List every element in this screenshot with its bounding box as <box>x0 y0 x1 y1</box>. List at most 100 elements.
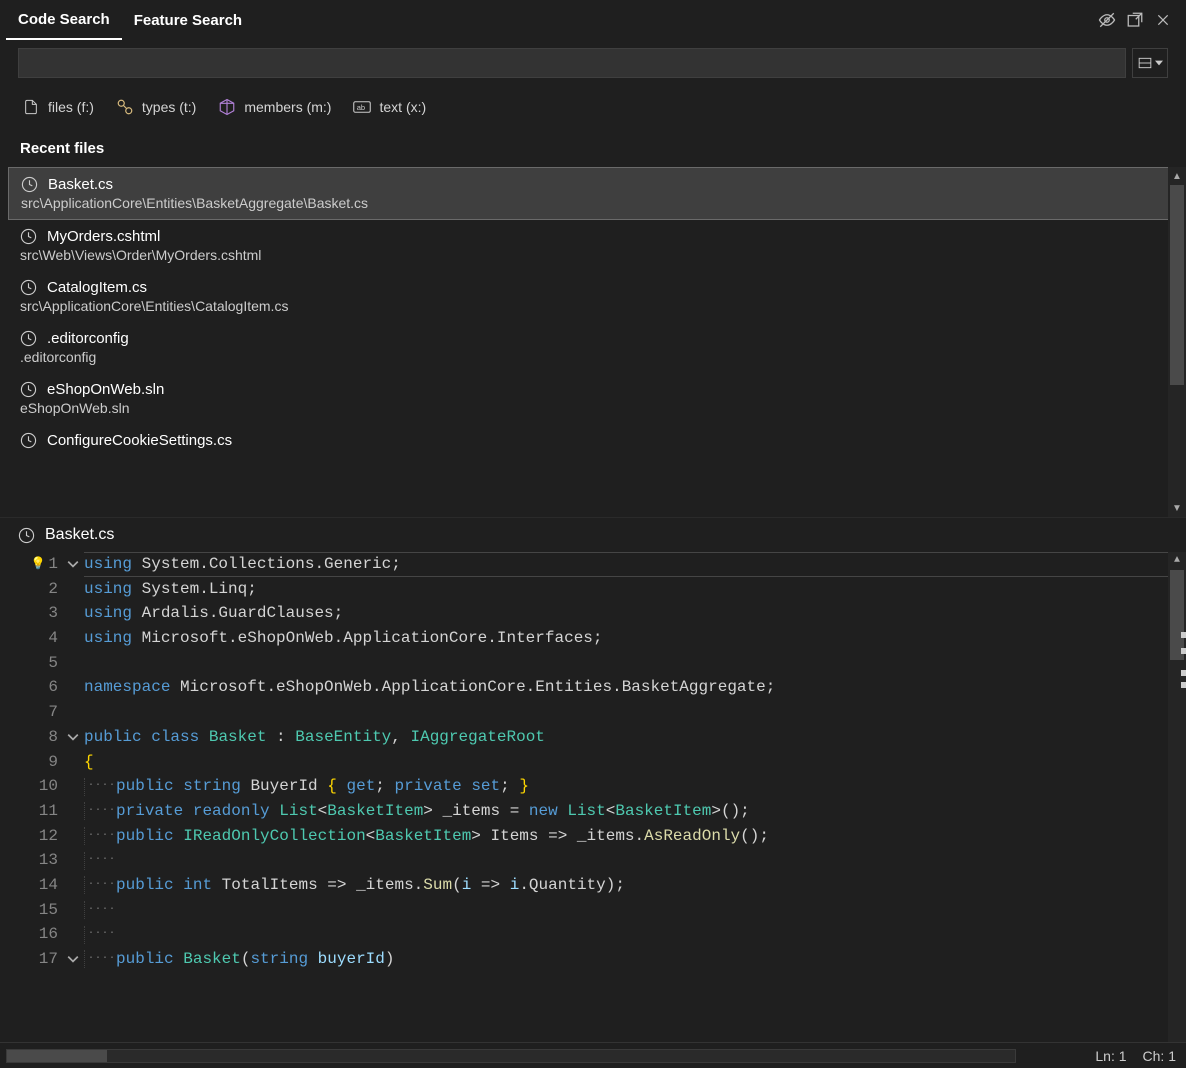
scroll-down-icon[interactable]: ▼ <box>1168 499 1186 517</box>
popout-icon[interactable] <box>1126 11 1144 29</box>
clock-icon <box>20 381 37 398</box>
code-line[interactable] <box>84 651 1186 676</box>
horizontal-scrollbar[interactable] <box>6 1049 1016 1063</box>
preview-header: Basket.cs <box>0 517 1186 552</box>
fold-toggle <box>62 873 84 898</box>
fold-toggle <box>62 601 84 626</box>
code-content[interactable]: using System.Collections.Generic;using S… <box>84 552 1186 1042</box>
code-line[interactable]: { <box>84 750 1186 775</box>
list-scrollbar[interactable]: ▲ ▼ <box>1168 167 1186 517</box>
fold-toggle <box>62 922 84 947</box>
fold-toggle[interactable] <box>62 552 84 577</box>
line-number-gutter: 💡1234567891011121314151617 <box>0 552 62 1042</box>
fold-toggle <box>62 848 84 873</box>
filter-text[interactable]: ab text (x:) <box>353 98 426 116</box>
scroll-up-icon[interactable]: ▲ <box>1168 167 1186 185</box>
recent-item-path: src\Web\Views\Order\MyOrders.cshtml <box>20 247 1166 263</box>
status-char: Ch: 1 <box>1143 1048 1176 1064</box>
code-line[interactable]: ···· <box>84 898 1186 923</box>
code-line[interactable]: ····private readonly List<BasketItem> _i… <box>84 799 1186 824</box>
filter-types[interactable]: types (t:) <box>116 98 196 116</box>
code-line[interactable]: using System.Linq; <box>84 577 1186 602</box>
tab-bar: Code Search Feature Search <box>0 0 1186 40</box>
filter-files-label: files (f:) <box>48 99 94 115</box>
fold-toggle <box>62 700 84 725</box>
line-number: 17 <box>0 947 58 972</box>
fold-toggle <box>62 750 84 775</box>
close-icon[interactable] <box>1154 11 1172 29</box>
recent-files-heading: Recent files <box>0 128 1186 167</box>
line-number: 12 <box>0 824 58 849</box>
chevron-down-icon <box>67 558 79 570</box>
line-number: 💡1 <box>0 552 58 577</box>
search-row <box>0 40 1186 86</box>
fold-toggle <box>62 675 84 700</box>
code-line[interactable]: ····public string BuyerId { get; private… <box>84 774 1186 799</box>
recent-item-path: eShopOnWeb.sln <box>20 400 1166 416</box>
fold-toggle <box>62 651 84 676</box>
tab-feature-search[interactable]: Feature Search <box>122 2 254 39</box>
code-line[interactable]: ····public int TotalItems => _items.Sum(… <box>84 873 1186 898</box>
recent-item-path: src\ApplicationCore\Entities\CatalogItem… <box>20 298 1166 314</box>
recent-item[interactable]: Basket.cssrc\ApplicationCore\Entities\Ba… <box>8 167 1178 220</box>
recent-item-name: MyOrders.cshtml <box>47 228 160 245</box>
chevron-down-icon <box>1155 59 1163 67</box>
fold-toggle[interactable] <box>62 947 84 972</box>
lightbulb-icon[interactable]: 💡 <box>30 552 45 577</box>
clock-icon <box>20 279 37 296</box>
chevron-down-icon <box>67 731 79 743</box>
editor-scrollbar[interactable]: ▲ <box>1168 552 1186 1042</box>
clock-icon <box>21 176 38 193</box>
chevron-down-icon <box>67 953 79 965</box>
recent-item-name: eShopOnWeb.sln <box>47 381 164 398</box>
line-number: 6 <box>0 675 58 700</box>
file-icon <box>22 98 40 116</box>
fold-toggle <box>62 774 84 799</box>
status-line: Ln: 1 <box>1095 1048 1126 1064</box>
recent-files-list: Basket.cssrc\ApplicationCore\Entities\Ba… <box>0 167 1186 457</box>
svg-text:ab: ab <box>357 103 365 112</box>
code-line[interactable] <box>84 700 1186 725</box>
search-input[interactable] <box>18 48 1126 78</box>
recent-item[interactable]: ConfigureCookieSettings.cs <box>0 424 1186 457</box>
status-bar: Ln: 1 Ch: 1 <box>0 1042 1186 1068</box>
tab-code-search[interactable]: Code Search <box>6 1 122 40</box>
recent-item[interactable]: eShopOnWeb.sln eShopOnWeb.sln <box>0 373 1186 424</box>
code-line[interactable]: using System.Collections.Generic; <box>84 552 1186 577</box>
clock-icon <box>20 432 37 449</box>
filter-members-label: members (m:) <box>244 99 331 115</box>
members-icon <box>218 98 236 116</box>
code-line[interactable]: ····public Basket(string buyerId) <box>84 947 1186 972</box>
line-number: 8 <box>0 725 58 750</box>
recent-item-name: .editorconfig <box>47 330 129 347</box>
code-line[interactable]: ····public IReadOnlyCollection<BasketIte… <box>84 824 1186 849</box>
clock-icon <box>20 228 37 245</box>
filter-members[interactable]: members (m:) <box>218 98 331 116</box>
recent-item[interactable]: MyOrders.cshtml src\Web\Views\Order\MyOrd… <box>0 220 1186 271</box>
fold-toggle[interactable] <box>62 725 84 750</box>
recent-item[interactable]: CatalogItem.cs src\ApplicationCore\Entiti… <box>0 271 1186 322</box>
recent-item-name: CatalogItem.cs <box>47 279 147 296</box>
view-options-dropdown[interactable] <box>1132 48 1168 78</box>
code-line[interactable]: namespace Microsoft.eShopOnWeb.Applicati… <box>84 675 1186 700</box>
eye-off-icon[interactable] <box>1098 11 1116 29</box>
text-icon: ab <box>353 98 371 116</box>
code-line[interactable]: ···· <box>84 922 1186 947</box>
code-line[interactable]: using Microsoft.eShopOnWeb.ApplicationCo… <box>84 626 1186 651</box>
fold-toggle <box>62 799 84 824</box>
recent-item-name: Basket.cs <box>48 176 113 193</box>
line-number: 7 <box>0 700 58 725</box>
filter-files[interactable]: files (f:) <box>22 98 94 116</box>
clock-icon <box>20 330 37 347</box>
scroll-up-icon[interactable]: ▲ <box>1168 552 1186 570</box>
panel-icon <box>1138 56 1152 70</box>
code-line[interactable]: ···· <box>84 848 1186 873</box>
code-line[interactable]: public class Basket : BaseEntity, IAggre… <box>84 725 1186 750</box>
recent-item[interactable]: .editorconfig .editorconfig <box>0 322 1186 373</box>
filter-text-label: text (x:) <box>379 99 426 115</box>
types-icon <box>116 98 134 116</box>
line-number: 3 <box>0 601 58 626</box>
recent-item-path: .editorconfig <box>20 349 1166 365</box>
line-number: 2 <box>0 577 58 602</box>
code-line[interactable]: using Ardalis.GuardClauses; <box>84 601 1186 626</box>
